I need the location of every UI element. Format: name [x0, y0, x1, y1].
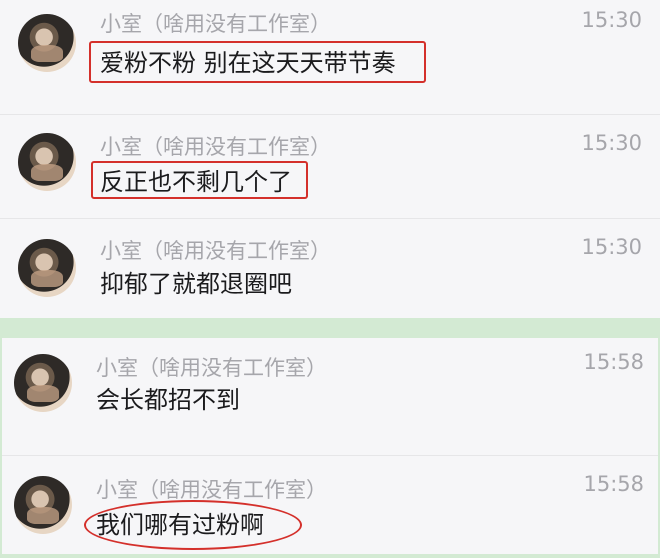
- message-item[interactable]: 小室（啥用没有工作室） 15:30 抑郁了就都退圈吧: [0, 219, 660, 318]
- sender-name: 小室（啥用没有工作室）: [100, 135, 331, 159]
- message-text: 会长都招不到: [96, 386, 240, 414]
- message-item[interactable]: 小室（啥用没有工作室） 15:30 爱粉不粉 别在这天天带节奏: [0, 0, 660, 112]
- message-item[interactable]: 小室（啥用没有工作室） 15:58 会长都招不到: [2, 338, 658, 454]
- sender-avatar[interactable]: [14, 476, 72, 534]
- message-time: 15:30: [581, 131, 642, 155]
- sender-avatar[interactable]: [18, 133, 76, 191]
- sender-avatar[interactable]: [18, 239, 76, 297]
- chat-panel-bottom: 小室（啥用没有工作室） 15:58 会长都招不到 小室（啥用没有工作室） 15:…: [2, 338, 658, 554]
- message-item[interactable]: 小室（啥用没有工作室） 15:30 反正也不剩几个了: [0, 115, 660, 217]
- highlight-box: [89, 41, 426, 83]
- sender-name: 小室（啥用没有工作室）: [100, 12, 331, 36]
- message-text: 抑郁了就都退圈吧: [100, 270, 292, 298]
- sender-avatar[interactable]: [14, 354, 72, 412]
- sender-avatar[interactable]: [18, 14, 76, 72]
- highlight-box: [91, 161, 308, 199]
- message-time: 15:58: [583, 472, 644, 496]
- message-time: 15:30: [581, 235, 642, 259]
- message-time: 15:30: [581, 8, 642, 32]
- chat-panel-top: 小室（啥用没有工作室） 15:30 爱粉不粉 别在这天天带节奏 小室（啥用没有工…: [0, 0, 660, 318]
- sender-name: 小室（啥用没有工作室）: [96, 356, 327, 380]
- highlight-oval: [84, 500, 302, 550]
- message-item[interactable]: 小室（啥用没有工作室） 15:58 我们哪有过粉啊: [2, 456, 658, 554]
- sender-name: 小室（啥用没有工作室）: [100, 239, 331, 263]
- message-time: 15:58: [583, 350, 644, 374]
